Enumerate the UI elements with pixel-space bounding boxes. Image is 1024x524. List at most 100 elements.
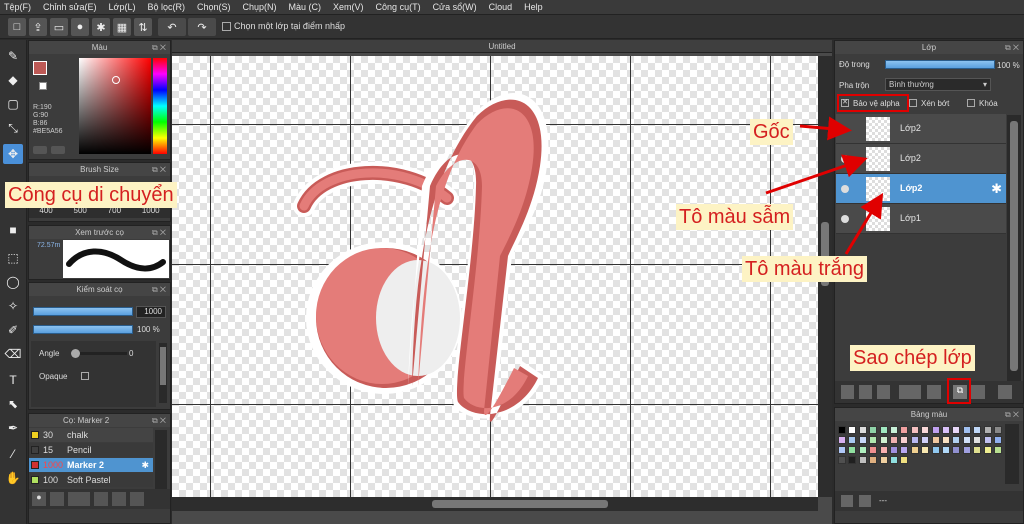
text-icon[interactable]: T [3,370,23,390]
palette-swatch[interactable] [962,426,971,434]
palette-swatch[interactable] [838,456,846,464]
menu-item[interactable]: Lớp(L) [109,2,136,12]
palette-swatch[interactable] [900,426,909,434]
layer-row[interactable]: Lớp2 [836,114,1006,144]
undo-icon[interactable]: ↶ [158,18,186,36]
lock-checkbox[interactable] [967,99,975,107]
palette-swatch[interactable] [848,446,857,454]
brush-list-item[interactable]: 1000 Marker 2 ✱ [29,458,153,472]
brush-duplicate-icon[interactable] [130,492,144,506]
rectangle-icon[interactable]: ▢ [3,94,23,114]
palette-swatch[interactable] [890,456,898,464]
palette-swatch[interactable] [890,446,898,454]
eraser-icon[interactable]: ◆ [3,70,23,90]
hscroll-thumb[interactable] [432,500,608,508]
palette-swatch[interactable] [994,426,1002,434]
layer-scroll-thumb[interactable] [1010,121,1018,371]
palette-swatch[interactable] [983,436,992,444]
scrollbar-thumb[interactable] [160,347,166,385]
palette-swatch[interactable] [890,426,898,434]
select-rect-icon[interactable]: ⬚ [3,248,23,268]
foreground-color-swatch[interactable] [33,61,47,75]
palette-swatch[interactable] [921,436,930,444]
new-halftone-layer-icon[interactable] [859,385,872,399]
brush-list-item[interactable]: 30 chalk [29,428,153,442]
palette-swatch[interactable] [869,436,878,444]
grid-icon[interactable]: ▦ [113,18,131,36]
palette-swatch[interactable] [931,426,940,434]
menu-item[interactable]: Màu (C) [289,2,322,12]
layer-row[interactable]: Lớp2 [836,144,1006,174]
palette-swatch[interactable] [962,436,971,444]
redo-icon[interactable]: ↷ [188,18,216,36]
brush-list-scrollbar[interactable] [155,430,167,490]
palette-swatch[interactable] [973,446,982,454]
delete-layer-icon[interactable] [998,385,1012,399]
menu-item[interactable]: Chụp(N) [243,2,277,12]
settings-icon[interactable]: ✱ [92,18,110,36]
opaque-checkbox[interactable] [81,372,89,380]
palette-swatch[interactable] [879,426,888,434]
palette-swatch[interactable] [848,436,857,444]
share-icon[interactable]: ● [71,18,89,36]
brush-icon[interactable]: ✎ [3,46,23,66]
palette-swatch[interactable] [879,456,888,464]
menu-item[interactable]: Xem(V) [333,2,364,12]
gear-icon[interactable]: ✱ [141,458,149,472]
palette-swatch[interactable] [869,426,878,434]
palette-swatch[interactable] [942,436,950,444]
visibility-icon[interactable] [841,185,849,193]
brush-opacity-slider[interactable] [33,325,133,334]
new-file-icon[interactable]: □ [8,18,26,36]
layer-folder-icon[interactable] [927,385,941,399]
layer-row[interactable]: Lớp1 [836,204,1006,234]
palette-swatch[interactable] [983,446,992,454]
expand-icon[interactable]: ⧉ ✕ [1005,41,1019,54]
menu-item[interactable]: Tệp(F) [4,2,31,12]
palette-swatch[interactable] [952,426,961,434]
expand-icon[interactable]: ⧉ ✕ [152,41,166,54]
select-eraser-icon[interactable]: ⌫ [3,344,23,364]
menu-item[interactable]: Chỉnh sửa(E) [43,2,97,12]
new-layer-icon[interactable] [841,385,854,399]
layer-opacity-slider[interactable] [885,60,995,69]
palette-scrollbar[interactable] [1005,424,1019,484]
reference-checkbox[interactable] [222,22,231,31]
expand-icon[interactable]: ⧉ ✕ [1005,408,1019,421]
palette-swatch[interactable] [994,446,1002,454]
expand-icon[interactable]: ⧉ ✕ [152,283,166,296]
expand-icon[interactable]: ⧉ ✕ [152,414,166,427]
palette-swatch[interactable] [973,436,982,444]
brush-size-slider[interactable] [33,307,133,316]
hue-slider[interactable] [153,58,167,154]
layer-row-selected[interactable]: Lớp2 ✱ [836,174,1006,204]
visibility-icon[interactable] [841,215,849,223]
visibility-icon[interactable] [841,155,849,163]
palette-swatch[interactable] [838,426,846,434]
magic-wand-icon[interactable]: ✧ [3,296,23,316]
select-pen-icon[interactable]: ✐ [3,320,23,340]
eyedropper-icon[interactable]: ✒ [3,418,23,438]
brush-copy-icon[interactable] [94,492,108,506]
canvas-hscrollbar[interactable] [172,497,818,511]
palette-swatch[interactable] [952,436,961,444]
pipette-icon[interactable]: ⁄ [3,444,23,464]
layer-menu-icon[interactable] [899,385,921,399]
blend-mode-select[interactable]: Bình thường ▾ [885,78,991,91]
palette-swatch[interactable] [910,436,919,444]
clipping-checkbox[interactable] [909,99,917,107]
palette-swatch[interactable] [900,436,909,444]
brush-list-item[interactable]: 15 Pencil [29,443,153,457]
sort-icon[interactable]: ⇅ [134,18,152,36]
gear-icon[interactable]: ✱ [991,181,1002,197]
color-add-button[interactable] [33,146,47,154]
menu-item[interactable]: Công cụ(T) [376,2,421,12]
move-tool-icon[interactable]: ✥ [3,144,23,164]
palette-swatch[interactable] [838,436,846,444]
palette-swatch[interactable] [952,446,961,454]
palette-swatch[interactable] [983,426,992,434]
transparent-swatch[interactable] [39,82,47,90]
palette-swatch[interactable] [962,446,971,454]
palette-swatch[interactable] [900,446,909,454]
palette-swatch[interactable] [869,446,878,454]
